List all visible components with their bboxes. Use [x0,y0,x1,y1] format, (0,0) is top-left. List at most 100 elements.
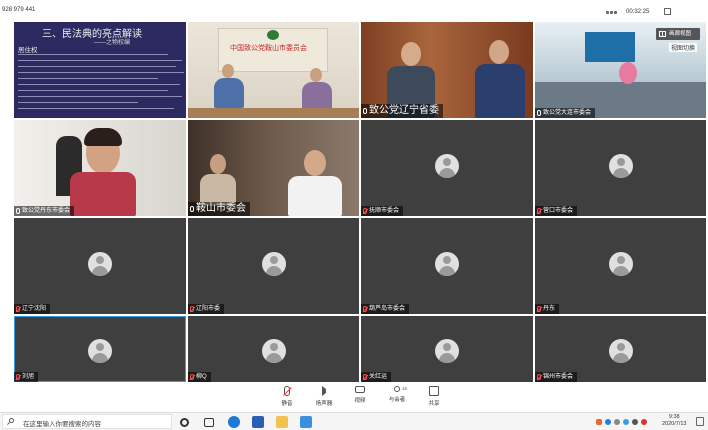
notification-center-icon[interactable] [696,417,704,426]
cloud-icon[interactable] [623,419,629,425]
mic-muted-icon [190,306,194,312]
tile-nameplate: 致公党辽宁省委 [361,104,443,118]
share-screen-icon [429,386,439,396]
participant-name: 致公党大连市委会 [543,110,592,116]
input-method-icon[interactable] [605,419,611,425]
fullscreen-icon[interactable] [664,8,671,15]
slide-text-line [18,84,180,85]
network-icon[interactable] [614,419,620,425]
slide-text-line [18,72,184,73]
meeting-top-bar: 928 979 441 00:32:25 [0,0,708,22]
participant-name: 柳Q [196,374,207,380]
video-tile-liaoyang[interactable]: 辽阳市委 [188,218,359,314]
tile-nameplate: 葫芦岛市委会 [361,304,410,314]
signal-strength-icon [606,9,620,14]
video-tile-liuxu[interactable]: 刘旭 [14,316,186,382]
mic-muted-icon [537,208,541,214]
mic-icon [537,110,541,116]
slide-text-line [18,78,158,79]
meeting-toolbar: 静音 扬声器 视频 与会者 共享 [0,384,708,412]
antivirus-icon[interactable] [641,419,647,425]
video-tile-huludao[interactable]: 葫芦岛市委会 [361,218,533,314]
participant-body [288,176,342,216]
slide-text-line [18,108,174,109]
video-tile-dandong-2[interactable]: 丹东 [535,218,706,314]
participant-name: 鞍山市委会 [196,203,246,214]
tile-nameplate: 营口市委会 [535,206,578,216]
cortana-icon[interactable] [180,418,189,427]
view-switch-button[interactable]: 视图切换 [669,43,698,52]
search-placeholder: 在这里输入你要搜索的内容 [23,421,101,428]
participants-count: 16 [402,386,408,391]
slide-text-line [18,54,168,55]
slide-text-line [18,96,182,97]
video-tile-jinzhou[interactable]: 锦州市委会 [535,316,706,382]
gallery-view-label: 画廊视图 [669,31,692,37]
meeting-app-icon[interactable] [300,416,312,428]
video-tile-shared-slide[interactable]: 三、民法典的亮点解读 ——之物权编 居住权 [14,22,186,118]
video-tile-anshan-room[interactable]: 中国致公党鞍山市委员会 [188,22,359,118]
participants-icon [394,386,400,392]
mail-icon[interactable] [252,416,264,428]
slide-text-line [18,90,168,91]
participant-body [302,82,332,110]
participant-body [70,172,136,216]
windows-taskbar: 在这里输入你要搜索的内容 9:38 2020/7/13 [0,412,708,430]
tile-nameplate: 柳Q [188,372,211,382]
meeting-id: 928 979 441 [2,7,36,13]
video-tile-yingkou[interactable]: 营口市委会 [535,120,706,216]
share-button[interactable]: 共享 [419,386,449,412]
taskbar-clock[interactable]: 9:38 2020/7/13 [662,414,686,428]
participant-name: 辽宁沈阳 [22,306,47,312]
tile-nameplate: 锦州市委会 [535,372,578,382]
speaker-button[interactable]: 扬声器 [309,386,339,412]
mic-muted-icon [537,306,541,312]
avatar-placeholder-icon [261,339,286,363]
avatar-placeholder-icon [88,339,112,363]
task-view-icon[interactable] [204,418,214,427]
wall-screen [585,32,635,62]
volume-icon[interactable] [632,419,638,425]
mic-muted-icon [363,208,367,214]
video-tile-guanhongyun[interactable]: 关红运 [361,316,533,382]
tile-nameplate: 致公党大连市委会 [535,108,596,118]
video-tile-shenyang[interactable]: 辽宁沈阳 [14,218,186,314]
participant-hair [84,128,122,146]
taskbar-search-box[interactable]: 在这里输入你要搜索的内容 [2,414,172,429]
participant-name: 营口市委会 [543,208,574,214]
slide-heading: 居住权 [18,47,38,54]
participants-button[interactable]: 与会者 [382,386,412,412]
slide-text-line [18,60,182,61]
participant-head [222,64,234,78]
avatar-placeholder-icon [435,339,459,363]
video-button[interactable]: 视频 [345,386,375,412]
participant-name: 关红运 [369,374,388,380]
mute-button[interactable]: 静音 [272,386,302,412]
microphone-muted-icon [284,386,290,396]
participant-head [304,150,326,176]
tile-nameplate: 刘旭 [14,372,39,382]
video-tile-liuq[interactable]: 柳Q [188,316,359,382]
edge-browser-icon[interactable] [228,416,240,428]
participant-name: 致公党辽宁省委 [369,105,439,116]
tile-nameplate: 鞍山市委会 [188,202,250,216]
video-tile-dandong[interactable]: 致公党丹东市委会 [14,120,186,216]
tile-nameplate: 致公党丹东市委会 [14,206,75,216]
file-explorer-icon[interactable] [276,416,288,428]
video-tile-anshan-committee[interactable]: 鞍山市委会 [188,120,359,216]
avatar-placeholder-icon [435,252,459,276]
system-tray [596,416,647,428]
gallery-view-button[interactable]: 画廊视图 [656,28,700,40]
share-label: 共享 [428,401,440,407]
flower-bouquet [619,62,637,84]
ime-icon[interactable] [596,419,602,425]
video-tile-liaoning-province[interactable]: 致公党辽宁省委 [361,22,533,118]
video-tile-fushun[interactable]: 抚顺市委会 [361,120,533,216]
participant-body [475,64,525,118]
tile-nameplate: 辽宁沈阳 [14,304,51,314]
tile-nameplate: 辽阳市委 [188,304,225,314]
participant-head [210,154,226,174]
camera-icon [355,386,365,393]
participant-head [310,68,322,82]
slide-text-line [18,102,138,103]
